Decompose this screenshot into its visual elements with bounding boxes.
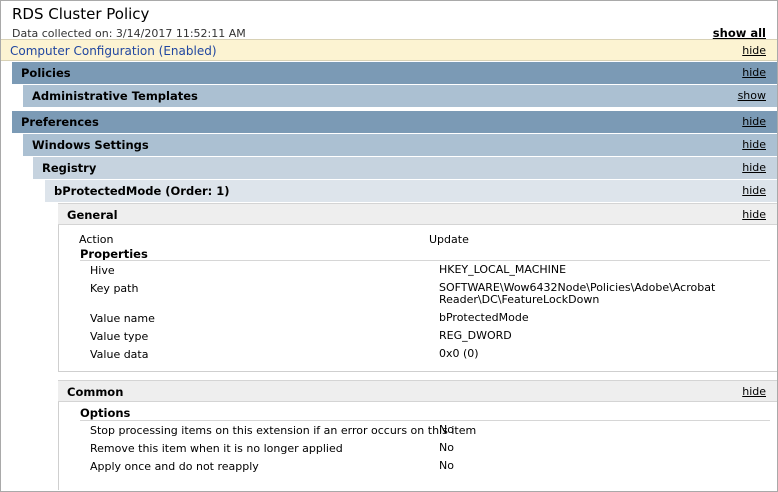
show-all-link[interactable]: show all [713,26,766,40]
property-value: bProtectedMode [439,311,529,324]
property-value: 0x0 (0) [439,347,479,360]
section-registry-item: bProtectedMode (Order: 1) hide [45,180,777,202]
registry-item-hide-link[interactable]: hide [742,180,766,202]
section-label: Registry [42,161,97,175]
property-name: Value type [90,330,149,343]
section-label: bProtectedMode (Order: 1) [54,184,230,198]
property-name: Key path [90,282,139,295]
section-label: Common [67,385,124,399]
report-frame: RDS Cluster Policy Data collected on: 3/… [0,0,778,492]
preferences-hide-link[interactable]: hide [742,111,766,133]
section-label: Administrative Templates [32,89,198,103]
page-title: RDS Cluster Policy [12,5,150,23]
computer-configuration-hide-link[interactable]: hide [742,40,766,62]
section-registry: Registry hide [33,157,777,179]
section-policies: Policies hide [12,62,777,84]
section-general: General hide [58,203,777,225]
option-name: Stop processing items on this extension … [90,424,477,437]
options-divider [80,420,770,421]
general-hide-link[interactable]: hide [742,204,766,226]
property-name: Hive [90,264,115,277]
section-label: Policies [21,66,71,80]
section-administrative-templates: Administrative Templates show [23,85,777,107]
property-value: HKEY_LOCAL_MACHINE [439,263,567,276]
option-value: No [439,441,454,454]
options-heading: Options [80,406,131,420]
section-preferences: Preferences hide [12,111,777,133]
properties-heading: Properties [80,247,148,261]
option-value: No [439,423,454,436]
administrative-templates-show-link[interactable]: show [738,85,766,107]
option-value: No [439,459,454,472]
section-label: General [67,208,118,222]
section-label: Preferences [21,115,99,129]
section-label: Windows Settings [32,138,149,152]
windows-settings-hide-link[interactable]: hide [742,134,766,156]
common-hide-link[interactable]: hide [742,381,766,403]
property-value: REG_DWORD [439,329,512,342]
section-common: Common hide [58,380,777,402]
section-windows-settings: Windows Settings hide [23,134,777,156]
policies-hide-link[interactable]: hide [742,62,766,84]
option-name: Remove this item when it is no longer ap… [90,442,343,455]
property-value-continued: Reader\DC\FeatureLockDown [439,293,600,306]
section-computer-configuration: Computer Configuration (Enabled) hide [1,39,777,61]
properties-divider [80,260,770,261]
property-name: Value data [90,348,149,361]
registry-hide-link[interactable]: hide [742,157,766,179]
option-name: Apply once and do not reapply [90,460,259,473]
common-panel: Options Stop processing items on this ex… [58,402,777,490]
general-panel: Action Update Properties Hive HKEY_LOCAL… [58,225,777,372]
action-label: Action [79,233,114,246]
property-name: Value name [90,312,155,325]
section-label: Computer Configuration (Enabled) [10,44,217,58]
action-value: Update [429,233,469,246]
